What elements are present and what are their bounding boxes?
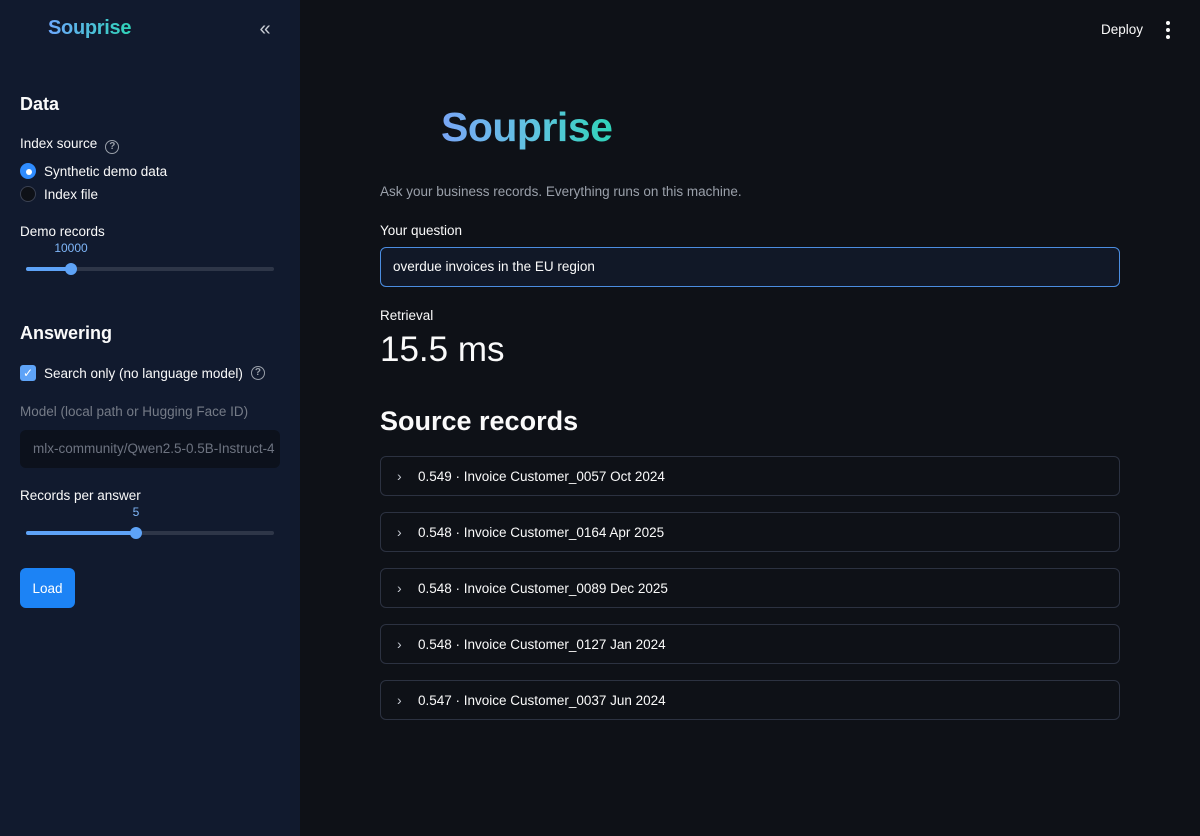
question-label: Your question [380,223,463,238]
record-label: 0.548 · Invoice Customer_0127 Jan 2024 [418,636,666,652]
source-records-list: › 0.549 · Invoice Customer_0057 Oct 2024… [380,456,1120,736]
retrieval-label: Retrieval [380,308,434,323]
record-label: 0.547 · Invoice Customer_0037 Jun 2024 [418,692,666,708]
index-source-label: Index source? [20,136,120,154]
radio-label: Index file [44,186,99,202]
help-icon[interactable]: ? [250,366,265,380]
slider-thumb[interactable] [65,263,77,275]
slider-value: 10000 [54,241,88,255]
checkbox-check-icon[interactable]: ✓ [20,365,36,381]
demo-records-label: Demo records [20,224,105,239]
answering-heading: Answering [20,323,113,343]
radio-button-icon[interactable] [20,163,36,179]
index-source-label-text: Index source [20,136,98,151]
radio-button-icon[interactable] [20,186,36,202]
chevron-right-icon: › [397,468,402,484]
record-label: 0.548 · Invoice Customer_0164 Apr 2025 [418,524,665,540]
kebab-menu-icon[interactable] [1160,18,1176,42]
chevron-right-icon: › [397,692,402,708]
chevron-right-icon: › [397,636,402,652]
source-record-expander[interactable]: › 0.548 · Invoice Customer_0164 Apr 2025 [380,512,1120,552]
source-record-expander[interactable]: › 0.548 · Invoice Customer_0127 Jan 2024 [380,624,1120,664]
record-label: 0.548 · Invoice Customer_0089 Dec 2025 [418,580,668,596]
model-input[interactable]: mlx-community/Qwen2.5-0.5B-Instruct-4 [20,430,280,468]
records-per-answer-slider[interactable]: 5 [26,505,274,543]
help-icon[interactable]: ? [105,140,120,154]
chevron-right-icon: › [397,580,402,596]
source-record-expander[interactable]: › 0.548 · Invoice Customer_0089 Dec 2025 [380,568,1120,608]
slider-thumb[interactable] [130,527,142,539]
search-only-label: Search only (no language model) [44,365,243,381]
radio-synthetic-demo-data[interactable]: Synthetic demo data [20,161,167,181]
retrieval-value: 15.5 ms [380,330,505,369]
deploy-button[interactable]: Deploy [1101,22,1143,37]
slider-fill [26,531,136,535]
radio-index-file[interactable]: Index file [20,184,98,204]
source-records-heading: Source records [380,406,579,436]
demo-records-slider[interactable]: 10000 [26,241,274,279]
model-label: Model (local path or Hugging Face ID) [20,404,249,419]
subtitle: Ask your business records. Everything ru… [380,184,742,199]
records-per-answer-label: Records per answer [20,488,141,503]
main-logo: Souprise [441,104,613,150]
sidebar-logo: Souprise [48,17,132,39]
question-input[interactable]: overdue invoices in the EU region [380,247,1120,287]
radio-label: Synthetic demo data [44,163,168,179]
search-only-checkbox[interactable]: ✓ Search only (no language model)? [20,364,265,382]
collapse-sidebar-icon[interactable]: « [254,18,276,42]
record-label: 0.549 · Invoice Customer_0057 Oct 2024 [418,468,665,484]
load-button[interactable]: Load [20,568,75,608]
source-record-expander[interactable]: › 0.547 · Invoice Customer_0037 Jun 2024 [380,680,1120,720]
sidebar: Souprise « Data Index source? Synthetic … [0,0,300,836]
chevron-right-icon: › [397,524,402,540]
data-heading: Data [20,94,60,114]
source-record-expander[interactable]: › 0.549 · Invoice Customer_0057 Oct 2024 [380,456,1120,496]
slider-value: 5 [132,505,140,519]
